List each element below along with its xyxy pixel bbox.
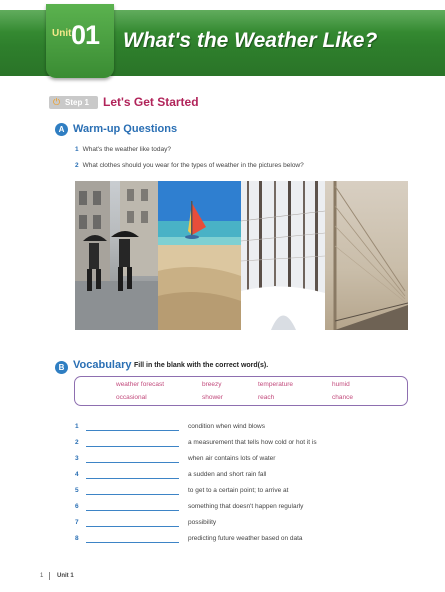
answer-blank[interactable] (86, 430, 179, 431)
item-definition: predicting future weather based on data (188, 535, 303, 542)
word-bank-item: occasional (116, 394, 147, 401)
rainy-street-drawing (75, 181, 158, 330)
unit-word: Unit (52, 28, 72, 39)
item-definition: when air contains lots of water (188, 455, 276, 462)
answer-blank[interactable] (86, 446, 179, 447)
item-number: 3 (75, 455, 79, 462)
question-number: 2 (75, 162, 79, 169)
item-definition: a sudden and short rain fall (188, 471, 267, 478)
foggy-bridge-photo (325, 181, 408, 330)
word-bank-item: humid (332, 381, 350, 388)
item-number: 2 (75, 439, 79, 446)
footer-unit-label: Unit 1 (57, 573, 74, 579)
warmup-question: 2 What clothes should you wear for the ty… (75, 162, 304, 169)
power-icon: ⏻ (53, 97, 61, 107)
unit-number: 01 (71, 20, 100, 50)
word-bank-item: shower (202, 394, 223, 401)
answer-blank[interactable] (86, 478, 179, 479)
foggy-bridge-drawing (333, 181, 408, 330)
vocabulary-circle-icon: B (55, 361, 68, 374)
item-number: 4 (75, 471, 79, 478)
item-number: 6 (75, 503, 79, 510)
rainy-street-photo (75, 181, 158, 330)
item-number: 8 (75, 535, 79, 542)
answer-blank[interactable] (86, 510, 179, 511)
sunny-beach-drawing (158, 181, 241, 330)
word-bank-item: reach (258, 394, 275, 401)
unit-title: What's the Weather Like? (123, 29, 378, 52)
item-definition: something that doesn't happen regularly (188, 503, 304, 510)
answer-blank[interactable] (86, 526, 179, 527)
word-bank-item: breezy (202, 381, 222, 388)
weather-photos (75, 181, 408, 330)
vocabulary-title: Vocabulary (73, 359, 132, 371)
page-number: 1 (40, 573, 44, 579)
step-label: Step 1 (65, 98, 90, 107)
answer-blank[interactable] (86, 542, 179, 543)
question-text: What clothes should you wear for the typ… (82, 162, 304, 169)
word-bank-item: weather forecast (116, 381, 165, 388)
warmup-circle-icon: A (55, 123, 68, 136)
answer-blank[interactable] (86, 462, 179, 463)
item-number: 5 (75, 487, 79, 494)
footer-divider (49, 572, 50, 580)
question-text: What's the weather like today? (82, 146, 171, 153)
answer-blank[interactable] (86, 494, 179, 495)
warmup-question: 1 What's the weather like today? (75, 146, 171, 153)
textbook-page: Unit 01 What's the Weather Like? ⏻ Step … (0, 0, 445, 592)
sunny-beach-photo (158, 181, 241, 330)
item-definition: condition when wind blows (188, 423, 265, 430)
question-number: 1 (75, 146, 79, 153)
step-title: Let's Get Started (103, 95, 199, 109)
item-definition: possibility (188, 519, 217, 526)
item-definition: to get to a certain point; to arrive at (188, 487, 289, 494)
vocabulary-instruction: Fill in the blank with the correct word(… (134, 362, 269, 369)
item-definition: a measurement that tells how cold or hot… (188, 439, 317, 446)
word-bank-item: chance (332, 394, 353, 401)
warmup-title: Warm-up Questions (73, 123, 178, 135)
word-bank-item: temperature (258, 381, 294, 388)
snowy-forest-photo (241, 181, 325, 330)
item-number: 1 (75, 423, 79, 430)
snowy-forest-drawing (241, 181, 325, 330)
item-number: 7 (75, 519, 79, 526)
